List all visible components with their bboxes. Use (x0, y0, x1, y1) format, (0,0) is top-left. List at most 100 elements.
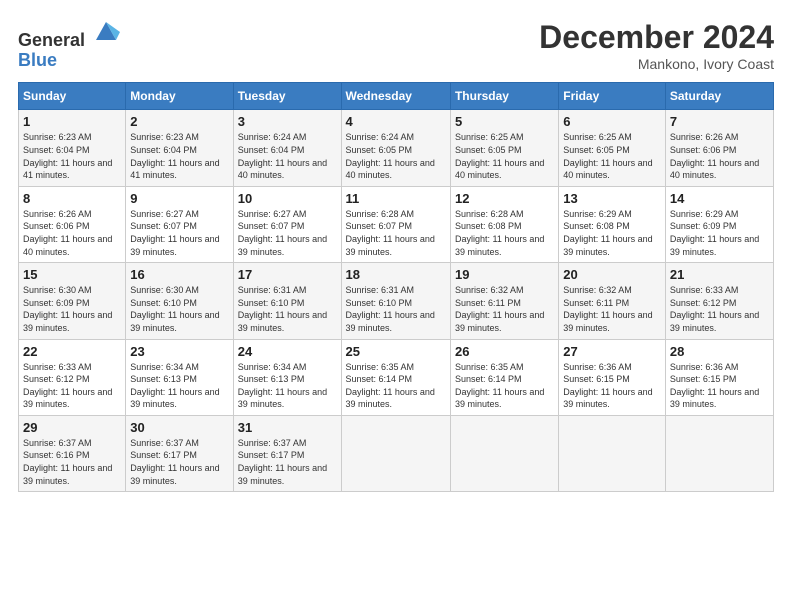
calendar-cell: 14 Sunrise: 6:29 AMSunset: 6:09 PMDayligh… (665, 186, 773, 262)
day-number: 22 (23, 344, 121, 359)
calendar-cell: 24 Sunrise: 6:34 AMSunset: 6:13 PMDayligh… (233, 339, 341, 415)
page: General Blue December 2024 Mankono, Ivor… (0, 0, 792, 612)
day-detail: Sunrise: 6:32 AMSunset: 6:11 PMDaylight:… (563, 284, 661, 334)
logo-blue: Blue (18, 50, 57, 70)
day-number: 16 (130, 267, 228, 282)
day-detail: Sunrise: 6:25 AMSunset: 6:05 PMDaylight:… (563, 131, 661, 181)
header-day-friday: Friday (559, 83, 666, 110)
calendar-cell: 31 Sunrise: 6:37 AMSunset: 6:17 PMDayligh… (233, 415, 341, 491)
calendar-cell: 3Sunrise: 6:24 AMSunset: 6:04 PMDaylight… (233, 110, 341, 186)
day-detail: Sunrise: 6:37 AMSunset: 6:17 PMDaylight:… (130, 437, 228, 487)
day-number: 24 (238, 344, 337, 359)
header-day-sunday: Sunday (19, 83, 126, 110)
calendar-cell: 27Sunrise: 6:36 AMSunset: 6:15 PMDayligh… (559, 339, 666, 415)
calendar-cell: 21 Sunrise: 6:33 AMSunset: 6:12 PMDayligh… (665, 263, 773, 339)
calendar-cell: 18Sunrise: 6:31 AMSunset: 6:10 PMDayligh… (341, 263, 450, 339)
header-row: SundayMondayTuesdayWednesdayThursdayFrid… (19, 83, 774, 110)
calendar-cell: 2Sunrise: 6:23 AMSunset: 6:04 PMDaylight… (126, 110, 233, 186)
day-detail: Sunrise: 6:25 AMSunset: 6:05 PMDaylight:… (455, 131, 554, 181)
calendar-cell (665, 415, 773, 491)
calendar-cell: 19Sunrise: 6:32 AMSunset: 6:11 PMDayligh… (450, 263, 558, 339)
header: General Blue December 2024 Mankono, Ivor… (18, 18, 774, 72)
day-detail: Sunrise: 6:26 AMSunset: 6:06 PMDaylight:… (23, 208, 121, 258)
day-number: 14 (670, 191, 769, 206)
day-detail: Sunrise: 6:28 AMSunset: 6:07 PMDaylight:… (346, 208, 446, 258)
title-block: December 2024 Mankono, Ivory Coast (539, 18, 774, 72)
week-row-5: 29 Sunrise: 6:37 AMSunset: 6:16 PMDayligh… (19, 415, 774, 491)
day-detail: Sunrise: 6:29 AMSunset: 6:09 PMDaylight:… (670, 208, 769, 258)
day-detail: Sunrise: 6:35 AMSunset: 6:14 PMDaylight:… (346, 361, 446, 411)
day-number: 7 (670, 114, 769, 129)
calendar-cell: 4 Sunrise: 6:24 AMSunset: 6:05 PMDaylight… (341, 110, 450, 186)
day-number: 6 (563, 114, 661, 129)
calendar-cell: 10Sunrise: 6:27 AMSunset: 6:07 PMDayligh… (233, 186, 341, 262)
day-detail: Sunrise: 6:37 AMSunset: 6:17 PMDaylight:… (238, 437, 337, 487)
day-detail: Sunrise: 6:33 AMSunset: 6:12 PMDaylight:… (23, 361, 121, 411)
day-number: 9 (130, 191, 228, 206)
calendar-cell (450, 415, 558, 491)
calendar-cell (559, 415, 666, 491)
day-number: 12 (455, 191, 554, 206)
calendar-header: SundayMondayTuesdayWednesdayThursdayFrid… (19, 83, 774, 110)
calendar-cell: 16 Sunrise: 6:30 AMSunset: 6:10 PMDayligh… (126, 263, 233, 339)
month-title: December 2024 (539, 18, 774, 56)
day-detail: Sunrise: 6:33 AMSunset: 6:12 PMDaylight:… (670, 284, 769, 334)
day-number: 28 (670, 344, 769, 359)
day-number: 30 (130, 420, 228, 435)
day-detail: Sunrise: 6:23 AMSunset: 6:04 PMDaylight:… (23, 131, 121, 181)
day-number: 21 (670, 267, 769, 282)
logo-icon (92, 18, 120, 46)
calendar-cell: 26Sunrise: 6:35 AMSunset: 6:14 PMDayligh… (450, 339, 558, 415)
calendar-cell: 23Sunrise: 6:34 AMSunset: 6:13 PMDayligh… (126, 339, 233, 415)
calendar: SundayMondayTuesdayWednesdayThursdayFrid… (18, 82, 774, 492)
logo-general: General (18, 30, 85, 50)
day-number: 8 (23, 191, 121, 206)
day-detail: Sunrise: 6:34 AMSunset: 6:13 PMDaylight:… (238, 361, 337, 411)
day-number: 29 (23, 420, 121, 435)
day-number: 20 (563, 267, 661, 282)
day-detail: Sunrise: 6:30 AMSunset: 6:10 PMDaylight:… (130, 284, 228, 334)
day-number: 1 (23, 114, 121, 129)
calendar-cell: 25 Sunrise: 6:35 AMSunset: 6:14 PMDayligh… (341, 339, 450, 415)
day-detail: Sunrise: 6:31 AMSunset: 6:10 PMDaylight:… (238, 284, 337, 334)
calendar-cell: 30 Sunrise: 6:37 AMSunset: 6:17 PMDayligh… (126, 415, 233, 491)
calendar-cell: 12 Sunrise: 6:28 AMSunset: 6:08 PMDayligh… (450, 186, 558, 262)
day-detail: Sunrise: 6:37 AMSunset: 6:16 PMDaylight:… (23, 437, 121, 487)
day-number: 11 (346, 191, 446, 206)
calendar-cell: 29 Sunrise: 6:37 AMSunset: 6:16 PMDayligh… (19, 415, 126, 491)
calendar-cell: 17Sunrise: 6:31 AMSunset: 6:10 PMDayligh… (233, 263, 341, 339)
calendar-cell (341, 415, 450, 491)
week-row-3: 15 Sunrise: 6:30 AMSunset: 6:09 PMDayligh… (19, 263, 774, 339)
header-day-wednesday: Wednesday (341, 83, 450, 110)
day-detail: Sunrise: 6:24 AMSunset: 6:05 PMDaylight:… (346, 131, 446, 181)
day-detail: Sunrise: 6:28 AMSunset: 6:08 PMDaylight:… (455, 208, 554, 258)
calendar-cell: 9Sunrise: 6:27 AMSunset: 6:07 PMDaylight… (126, 186, 233, 262)
calendar-cell: 28 Sunrise: 6:36 AMSunset: 6:15 PMDayligh… (665, 339, 773, 415)
calendar-cell: 6 Sunrise: 6:25 AMSunset: 6:05 PMDaylight… (559, 110, 666, 186)
day-number: 25 (346, 344, 446, 359)
day-number: 31 (238, 420, 337, 435)
day-number: 18 (346, 267, 446, 282)
logo-text: General Blue (18, 18, 120, 71)
logo: General Blue (18, 18, 120, 71)
day-number: 5 (455, 114, 554, 129)
calendar-cell: 1 Sunrise: 6:23 AMSunset: 6:04 PMDaylight… (19, 110, 126, 186)
day-number: 13 (563, 191, 661, 206)
day-detail: Sunrise: 6:26 AMSunset: 6:06 PMDaylight:… (670, 131, 769, 181)
header-day-tuesday: Tuesday (233, 83, 341, 110)
week-row-1: 1 Sunrise: 6:23 AMSunset: 6:04 PMDaylight… (19, 110, 774, 186)
day-detail: Sunrise: 6:29 AMSunset: 6:08 PMDaylight:… (563, 208, 661, 258)
header-day-saturday: Saturday (665, 83, 773, 110)
header-day-thursday: Thursday (450, 83, 558, 110)
day-number: 3 (238, 114, 337, 129)
calendar-cell: 15 Sunrise: 6:30 AMSunset: 6:09 PMDayligh… (19, 263, 126, 339)
week-row-4: 22 Sunrise: 6:33 AMSunset: 6:12 PMDayligh… (19, 339, 774, 415)
day-number: 2 (130, 114, 228, 129)
day-number: 4 (346, 114, 446, 129)
calendar-cell: 5 Sunrise: 6:25 AMSunset: 6:05 PMDaylight… (450, 110, 558, 186)
day-number: 26 (455, 344, 554, 359)
day-detail: Sunrise: 6:30 AMSunset: 6:09 PMDaylight:… (23, 284, 121, 334)
day-number: 23 (130, 344, 228, 359)
day-detail: Sunrise: 6:36 AMSunset: 6:15 PMDaylight:… (670, 361, 769, 411)
day-number: 15 (23, 267, 121, 282)
